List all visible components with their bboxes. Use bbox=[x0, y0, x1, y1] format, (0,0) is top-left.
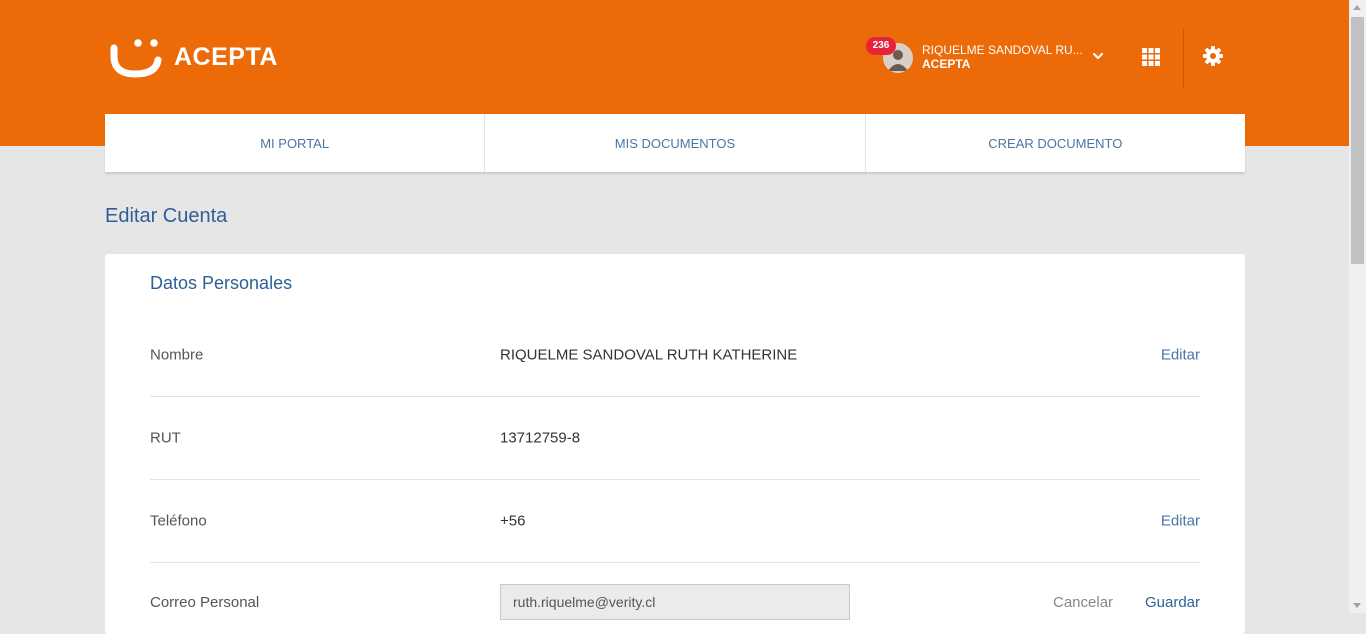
vertical-scrollbar[interactable] bbox=[1349, 0, 1366, 613]
acepta-smile-logo-icon bbox=[110, 39, 162, 78]
name-row: Nombre RIQUELME SANDOVAL RUTH KATHERINE … bbox=[150, 313, 1200, 397]
notification-badge[interactable]: 236 bbox=[866, 37, 896, 55]
row-label: Nombre bbox=[150, 346, 204, 363]
edit-phone-link[interactable]: Editar bbox=[1161, 512, 1200, 529]
row-label: RUT bbox=[150, 429, 181, 446]
phone-row: Teléfono +56 Editar bbox=[150, 479, 1200, 563]
row-value: 13712759-8 bbox=[500, 429, 581, 446]
row-value: +56 bbox=[500, 512, 526, 529]
edit-name-link[interactable]: Editar bbox=[1161, 346, 1200, 363]
user-organization: ACEPTA bbox=[922, 57, 971, 71]
tab-label: MI PORTAL bbox=[260, 135, 330, 151]
row-label: Teléfono bbox=[150, 512, 207, 529]
email-field[interactable] bbox=[500, 584, 850, 620]
scrollbar-thumb[interactable] bbox=[1351, 17, 1364, 264]
header-divider bbox=[1183, 29, 1184, 89]
chevron-down-icon[interactable] bbox=[1092, 51, 1104, 61]
tab-mi-portal[interactable]: MI PORTAL bbox=[105, 114, 486, 172]
email-row: Correo Personal Cancelar Guardar bbox=[150, 570, 1200, 630]
settings-button[interactable] bbox=[1202, 45, 1224, 67]
apps-grid-icon bbox=[1142, 48, 1160, 66]
cancel-button[interactable]: Cancelar bbox=[1053, 594, 1113, 611]
tab-mis-documentos[interactable]: MIS DOCUMENTOS bbox=[485, 114, 866, 172]
scroll-up-arrow-icon[interactable] bbox=[1353, 5, 1361, 10]
scroll-down-arrow-icon[interactable] bbox=[1353, 603, 1361, 608]
user-menu[interactable]: 236 RIQUELME SANDOVAL RU... ACEPTA bbox=[866, 37, 1126, 81]
page-title: Editar Cuenta bbox=[105, 205, 228, 227]
brand-logo[interactable]: ACEPTA bbox=[108, 34, 278, 80]
apps-grid-button[interactable] bbox=[1140, 46, 1162, 68]
row-label: Correo Personal bbox=[150, 594, 260, 611]
tab-crear-documento[interactable]: CREAR DOCUMENTO bbox=[866, 114, 1245, 172]
row-value: RIQUELME SANDOVAL RUTH KATHERINE bbox=[500, 346, 798, 363]
tab-label: MIS DOCUMENTOS bbox=[614, 135, 736, 151]
save-button[interactable]: Guardar bbox=[1145, 594, 1200, 611]
rut-row: RUT 13712759-8 bbox=[150, 396, 1200, 480]
personal-data-card: Datos Personales Nombre RIQUELME SANDOVA… bbox=[105, 254, 1245, 634]
tab-label: CREAR DOCUMENTO bbox=[988, 135, 1123, 151]
gear-icon bbox=[1203, 46, 1223, 66]
card-title: Datos Personales bbox=[150, 273, 293, 293]
main-nav-tabs: MI PORTAL MIS DOCUMENTOS CREAR DOCUMENTO bbox=[105, 114, 1245, 172]
brand-name: ACEPTA bbox=[174, 42, 278, 71]
user-name: RIQUELME SANDOVAL RU... bbox=[922, 43, 1083, 57]
